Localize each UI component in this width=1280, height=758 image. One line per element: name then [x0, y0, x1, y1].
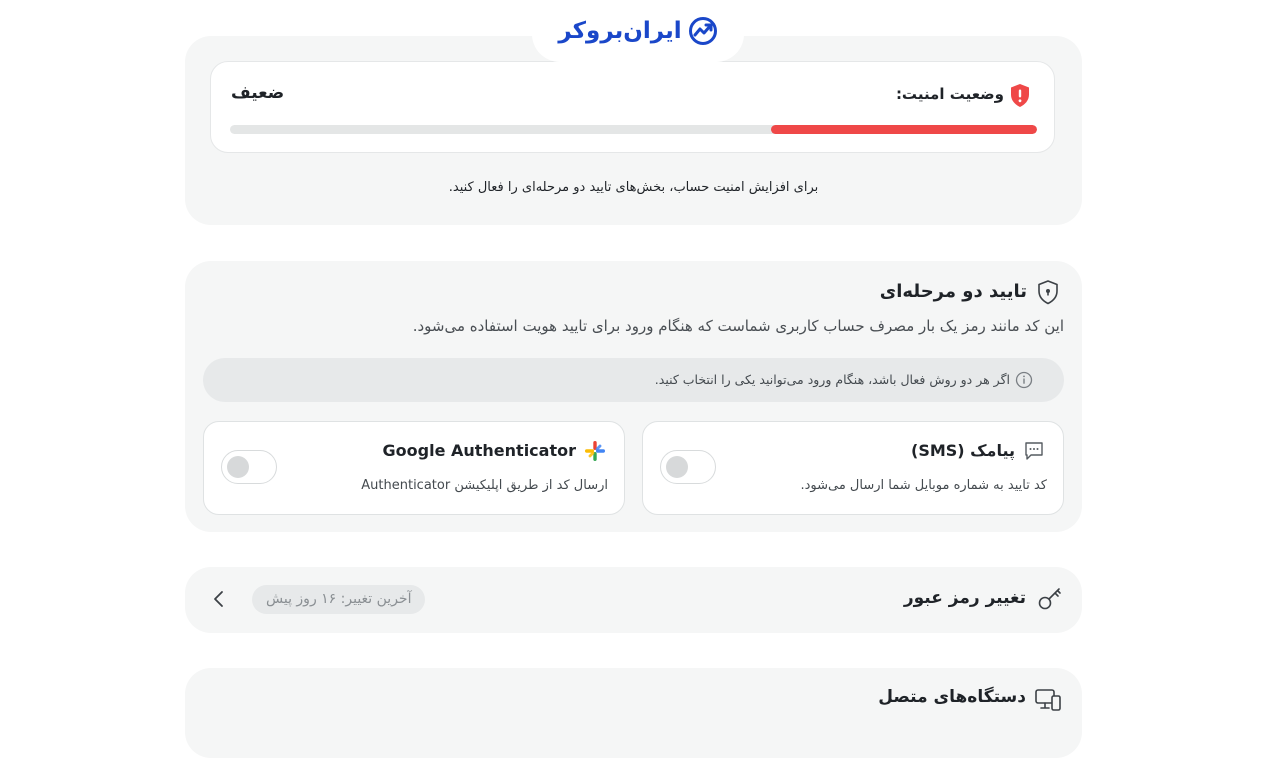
shield-lock-icon: [1038, 280, 1058, 305]
two-factor-description: این کد مانند رمز یک بار مصرف حساب کاربری…: [412, 317, 1064, 335]
google-authenticator-description: ارسال کد از طریق اپلیکیشن Authenticator: [361, 478, 608, 493]
key-icon: [1038, 588, 1061, 610]
security-progress-fill: [770, 125, 1037, 134]
google-authenticator-title: Google Authenticator: [382, 441, 576, 460]
last-change-badge: آخرین تغییر: ۱۶ روز پیش: [252, 585, 426, 614]
security-status-level: ضعیف: [231, 83, 285, 103]
connected-devices-card: دستگاه‌های متصل: [185, 668, 1082, 758]
two-factor-info: اگر هر دو روش فعال باشد، هنگام ورود می‌ت…: [203, 358, 1064, 402]
two-factor-title: تایید دو مرحله‌ای: [879, 281, 1027, 302]
two-factor-card: تایید دو مرحله‌ای این کد مانند رمز یک با…: [185, 261, 1082, 532]
shield-alert-icon: [1011, 84, 1029, 107]
security-status-panel: وضعیت امنیت: ضعیف: [210, 61, 1055, 153]
toggle-knob: [666, 456, 688, 478]
sms-toggle[interactable]: [660, 450, 716, 484]
logo-chart-icon: [688, 17, 717, 45]
connected-devices-title: دستگاه‌های متصل: [878, 687, 1026, 707]
google-authenticator-card: Google Authenticator ارسال کد از طریق اپ…: [203, 421, 625, 515]
site-logo[interactable]: ایران‌بروکر: [532, 0, 744, 62]
chevron-left-icon[interactable]: [209, 587, 229, 611]
security-status-card: وضعیت امنیت: ضعیف برای افزایش امنیت حساب…: [185, 36, 1082, 225]
change-password-row[interactable]: تغییر رمز عبور آخرین تغییر: ۱۶ روز پیش: [185, 567, 1082, 633]
toggle-knob: [227, 456, 249, 478]
google-authenticator-toggle[interactable]: [221, 450, 277, 484]
logo-text: ایران‌بروکر: [558, 18, 682, 44]
security-hint: برای افزایش امنیت حساب، بخش‌های تایید دو…: [448, 180, 819, 195]
security-status-label: وضعیت امنیت:: [895, 85, 1004, 103]
message-icon: [1025, 442, 1043, 460]
sms-method-description: کد تایید به شماره موبایل شما ارسال می‌شو…: [800, 478, 1047, 493]
info-icon: [1015, 371, 1033, 389]
security-progress-bar: [230, 125, 1037, 134]
google-authenticator-icon: [585, 441, 605, 461]
sms-method-card: پیامک (SMS) کد تایید به شماره موبایل شما…: [642, 421, 1064, 515]
devices-icon: [1035, 689, 1061, 711]
change-password-title: تغییر رمز عبور: [903, 588, 1026, 608]
two-factor-info-text: اگر هر دو روش فعال باشد، هنگام ورود می‌ت…: [654, 372, 1010, 387]
sms-method-title: پیامک (SMS): [911, 441, 1015, 460]
